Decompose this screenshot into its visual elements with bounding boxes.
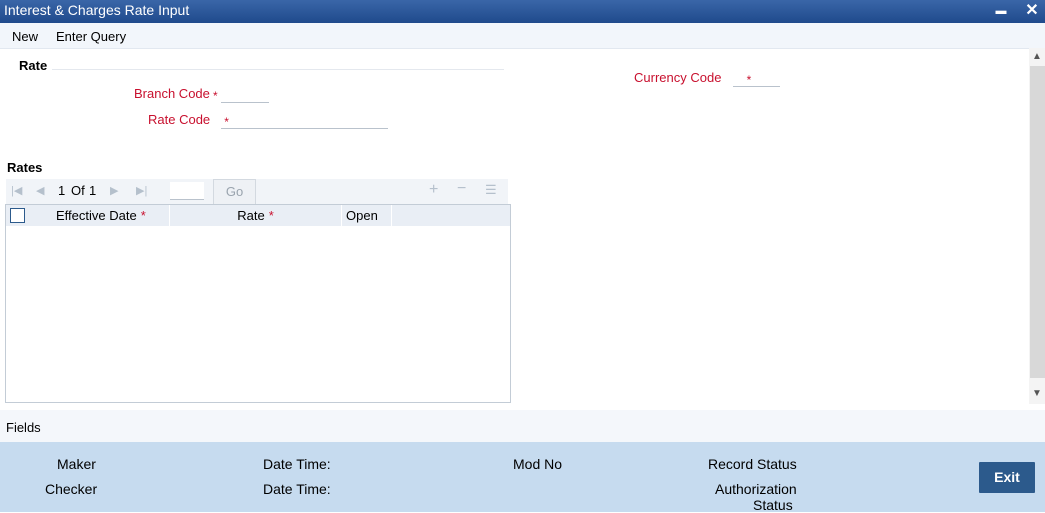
column-header-effective-date[interactable]: Effective Date * bbox=[33, 205, 170, 226]
first-page-icon[interactable]: |◀ bbox=[11, 184, 22, 197]
rate-section-title: Rate bbox=[19, 58, 48, 73]
next-page-icon[interactable]: ▶ bbox=[110, 184, 118, 197]
mod-no-label: Mod No bbox=[513, 456, 563, 472]
window-title: Interest & Charges Rate Input bbox=[4, 2, 190, 18]
rate-section-divider bbox=[52, 69, 504, 70]
branch-code-label: Branch Code bbox=[134, 86, 210, 101]
scroll-up-icon[interactable]: ▲ bbox=[1032, 51, 1042, 62]
maker-label: Maker bbox=[57, 456, 96, 472]
page-total: 1 bbox=[89, 183, 97, 198]
delete-row-icon[interactable]: − bbox=[457, 180, 466, 198]
add-row-icon[interactable]: + bbox=[429, 181, 438, 199]
exit-button[interactable]: Exit bbox=[979, 462, 1035, 493]
minimize-icon[interactable]: ▬ bbox=[990, 0, 1012, 23]
rates-table-header: Effective Date * Rate * Open bbox=[6, 205, 510, 226]
record-status-label: Record Status bbox=[708, 456, 797, 472]
single-view-icon[interactable]: ☰ bbox=[485, 182, 497, 198]
page-of-label: Of bbox=[71, 183, 85, 198]
close-icon[interactable]: ✕ bbox=[1021, 0, 1043, 23]
rates-toolbar: |◀ ◀ 1 Of 1 ▶ ▶| Go + − ☰ bbox=[6, 179, 508, 205]
menu-bar: New Enter Query bbox=[0, 23, 1045, 49]
checker-date-time-label: Date Time: bbox=[263, 481, 331, 497]
column-header-rate[interactable]: Rate * bbox=[170, 205, 342, 226]
column-header-open[interactable]: Open bbox=[342, 205, 392, 226]
branch-code-field[interactable] bbox=[221, 84, 269, 103]
new-menu-item[interactable]: New bbox=[12, 29, 38, 44]
currency-code-label: Currency Code bbox=[634, 70, 722, 85]
last-page-icon[interactable]: ▶| bbox=[136, 184, 147, 197]
authorization-status-label-line1: Authorization bbox=[715, 481, 797, 497]
previous-page-icon[interactable]: ◀ bbox=[36, 184, 44, 197]
rate-code-field[interactable] bbox=[221, 110, 388, 129]
maker-date-time-label: Date Time: bbox=[263, 456, 331, 472]
scrollbar-thumb[interactable] bbox=[1030, 66, 1045, 378]
fields-bar: Fields bbox=[0, 410, 1045, 442]
select-all-checkbox[interactable] bbox=[10, 208, 25, 223]
scroll-down-icon[interactable]: ▼ bbox=[1032, 388, 1042, 399]
title-bar: Interest & Charges Rate Input ▬ ✕ bbox=[0, 0, 1045, 23]
fields-link[interactable]: Fields bbox=[6, 420, 41, 435]
currency-code-field[interactable] bbox=[733, 68, 780, 87]
rates-section-title: Rates bbox=[7, 160, 43, 175]
branch-code-required-mark: * bbox=[213, 89, 218, 103]
page-number-input[interactable] bbox=[170, 182, 204, 200]
checker-label: Checker bbox=[45, 481, 98, 497]
enter-query-menu-item[interactable]: Enter Query bbox=[56, 29, 126, 44]
go-button[interactable]: Go bbox=[213, 179, 256, 205]
rates-table: Effective Date * Rate * Open bbox=[5, 204, 511, 403]
audit-footer: Maker Checker Date Time: Date Time: Mod … bbox=[0, 442, 1045, 513]
authorization-status-label-line2: Status bbox=[753, 497, 793, 513]
rate-code-label: Rate Code bbox=[148, 112, 211, 127]
page-current: 1 bbox=[58, 183, 66, 198]
